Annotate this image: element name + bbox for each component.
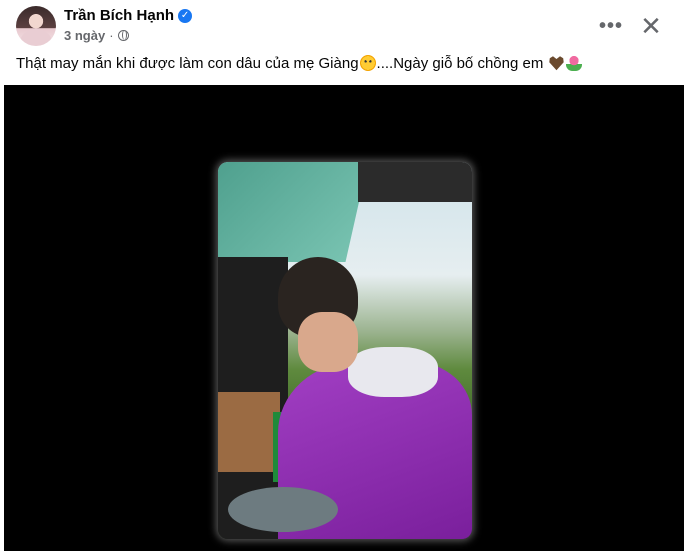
car-roof (358, 162, 472, 202)
verified-badge-icon: ✓ (178, 8, 193, 23)
globe-icon[interactable] (117, 30, 129, 41)
car-window (218, 162, 368, 262)
smiling-face-with-hearts-icon (359, 55, 376, 71)
post-text-part1: Thật may mắn khi được làm con dâu của mẹ… (16, 55, 359, 72)
close-button[interactable]: ✕ (633, 8, 669, 44)
post-timestamp[interactable]: 3 ngày (64, 28, 105, 43)
tray (228, 487, 338, 532)
person-face (298, 312, 358, 372)
more-options-button[interactable]: ••• (593, 8, 629, 44)
post-card: Trần Bích Hạnh ✓ 3 ngày · ••• ✕ Thật may… (0, 0, 685, 551)
video-player[interactable]: ★ (4, 85, 684, 551)
author-name[interactable]: Trần Bích Hạnh (64, 7, 174, 24)
post-text: Thật may mắn khi được làm con dâu của mẹ… (16, 55, 583, 72)
tulip-icon (566, 55, 583, 71)
post-meta: 3 ngày · (64, 28, 129, 43)
post-header: Trần Bích Hạnh ✓ 3 ngày · ••• ✕ (16, 6, 669, 46)
person-scarf (348, 347, 438, 397)
video-frame: ★ (218, 162, 472, 539)
author-name-row: Trần Bích Hạnh ✓ (64, 7, 193, 24)
brown-heart-icon (549, 56, 564, 71)
meta-separator: · (109, 28, 114, 43)
post-text-part2: ....Ngày giỗ bố chồng em (376, 55, 544, 72)
author-avatar[interactable] (16, 6, 56, 46)
cardboard-box (218, 392, 280, 472)
